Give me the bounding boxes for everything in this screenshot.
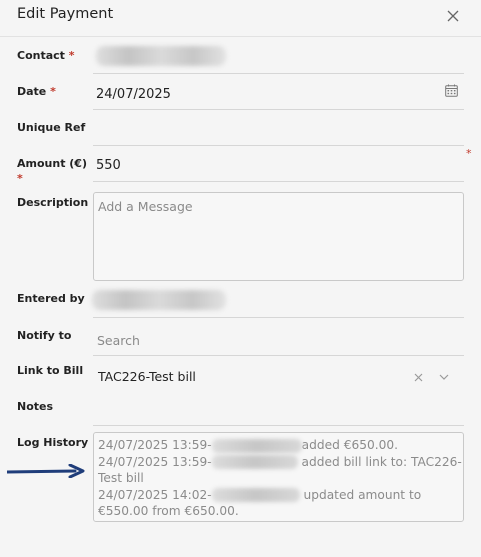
- clear-icon: [414, 373, 422, 381]
- redacted-user: [211, 438, 302, 453]
- description-placeholder: Add a Message: [98, 199, 193, 214]
- dialog-title: Edit Payment: [17, 6, 114, 22]
- amount-required-mark: *: [466, 147, 472, 160]
- description-label: Description: [17, 196, 89, 209]
- log-line: 24/07/2025 13:59- added €650.00.: [98, 438, 398, 453]
- close-button[interactable]: [443, 6, 463, 26]
- dialog-header: Edit Payment: [0, 0, 481, 37]
- link-to-bill-select[interactable]: TAC226-Test bill: [98, 369, 196, 384]
- contact-label: Contact *: [17, 49, 75, 62]
- link-to-bill-dropdown-button[interactable]: [437, 370, 451, 384]
- unique-ref-label: Unique Ref: [17, 121, 86, 134]
- log-line: 24/07/2025 13:59- added bill link to: TA…: [98, 454, 462, 469]
- date-label: Date *: [17, 85, 56, 98]
- notify-to-search-input[interactable]: Search: [97, 333, 140, 348]
- unique-ref-field[interactable]: [96, 122, 456, 140]
- contact-underline: [93, 73, 464, 74]
- clear-bill-button[interactable]: [411, 370, 425, 384]
- amount-label-required-mark: *: [17, 172, 23, 185]
- entered-by-value-redacted: [92, 290, 226, 310]
- log-history-box: 24/07/2025 13:59- added €650.00. 24/07/20…: [93, 432, 464, 522]
- log-history-label: Log History: [17, 436, 89, 449]
- redacted-user: [211, 455, 298, 469]
- notify-to-label: Notify to: [17, 329, 72, 342]
- log-line: €550.00 from €650.00.: [98, 504, 239, 518]
- entered-by-label: Entered by: [17, 292, 85, 305]
- close-icon: [447, 10, 459, 22]
- date-underline: [93, 109, 464, 110]
- unique-ref-underline: [93, 145, 464, 146]
- contact-value-redacted[interactable]: [96, 46, 226, 66]
- notes-underline: [93, 425, 464, 426]
- entered-by-underline: [93, 317, 464, 318]
- chevron-down-icon: [439, 374, 449, 380]
- date-field[interactable]: 24/07/2025: [96, 87, 171, 102]
- notes-label: Notes: [17, 400, 54, 413]
- amount-label: Amount (€) *: [17, 157, 87, 185]
- log-line: Test bill: [98, 471, 144, 485]
- log-line: 24/07/2025 14:02- updated amount to: [98, 487, 422, 502]
- contact-required-mark: *: [68, 49, 75, 62]
- link-to-bill-label: Link to Bill: [17, 364, 84, 377]
- calendar-button[interactable]: [443, 82, 459, 98]
- calendar-icon: [444, 84, 458, 97]
- arrow-right-icon: [7, 464, 85, 478]
- notify-to-underline: [93, 355, 464, 356]
- date-required-mark: *: [50, 85, 56, 98]
- amount-underline: [93, 181, 464, 182]
- description-textarea[interactable]: Add a Message: [93, 192, 464, 281]
- amount-field[interactable]: 550: [96, 158, 121, 173]
- redacted-user: [211, 488, 300, 502]
- notes-field[interactable]: [96, 402, 456, 420]
